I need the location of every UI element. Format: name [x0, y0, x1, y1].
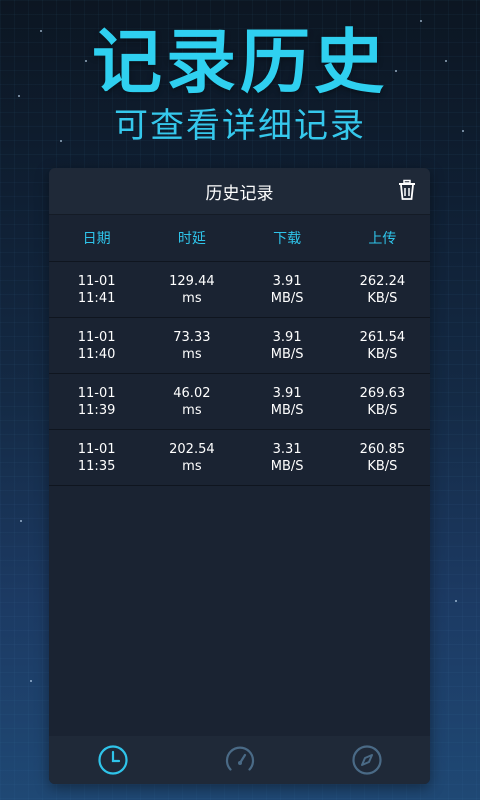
column-header-latency: 时延 — [177, 231, 206, 247]
trash-icon — [399, 179, 415, 200]
cell-date: 11-01 11:41 — [77, 273, 116, 306]
table-row[interactable]: 11-01 11:40 73.33 ms 3.91 MB/S 261.54 KB/S — [49, 318, 430, 374]
headline: 记录历史 — [92, 21, 388, 103]
nav-discover-button[interactable] — [350, 743, 384, 777]
bottom-nav — [49, 736, 430, 784]
panel-title: 历史记录 — [205, 183, 274, 204]
cell-latency: 46.02 ms — [173, 385, 211, 418]
cell-latency: 202.54 ms — [169, 441, 215, 474]
cell-upload: 262.24 KB/S — [359, 273, 406, 306]
cell-download: 3.31 MB/S — [270, 441, 304, 474]
table-row[interactable]: 11-01 11:39 46.02 ms 3.91 MB/S 269.63 KB/S — [49, 374, 430, 430]
table-row[interactable]: 11-01 11:41 129.44 ms 3.91 MB/S 262.24 KB/S — [49, 262, 430, 318]
nav-history-button[interactable] — [96, 743, 130, 777]
column-header-download: 下载 — [273, 231, 302, 247]
cell-download: 3.91 MB/S — [270, 329, 304, 362]
cell-upload: 260.85 KB/S — [359, 441, 406, 474]
cell-latency: 73.33 ms — [173, 329, 211, 362]
cell-upload: 269.63 KB/S — [359, 385, 406, 418]
table-header: 日期 时延 下载 上传 — [49, 215, 430, 262]
column-header-upload: 上传 — [368, 231, 397, 247]
cell-date: 11-01 11:35 — [77, 441, 116, 474]
table-row[interactable]: 11-01 11:35 202.54 ms 3.31 MB/S 260.85 KB/S — [49, 430, 430, 486]
cell-date: 11-01 11:39 — [77, 385, 116, 418]
column-header-date: 日期 — [82, 231, 111, 247]
speedometer-icon — [225, 746, 254, 771]
compass-icon — [351, 745, 382, 775]
clock-icon — [97, 745, 128, 775]
cell-download: 3.91 MB/S — [270, 273, 304, 306]
nav-speedtest-button[interactable] — [223, 743, 257, 777]
history-panel: 历史记录 日期 时延 下载 上传 11-01 11:41 129.44 ms 3.9… — [49, 168, 430, 784]
delete-button[interactable] — [396, 179, 418, 201]
cell-download: 3.91 MB/S — [270, 385, 304, 418]
cell-upload: 261.54 KB/S — [359, 329, 406, 362]
panel-header: 历史记录 — [49, 168, 430, 215]
cell-date: 11-01 11:40 — [77, 329, 116, 362]
subtitle: 可查看详细记录 — [114, 106, 366, 146]
cell-latency: 129.44 ms — [169, 273, 215, 306]
